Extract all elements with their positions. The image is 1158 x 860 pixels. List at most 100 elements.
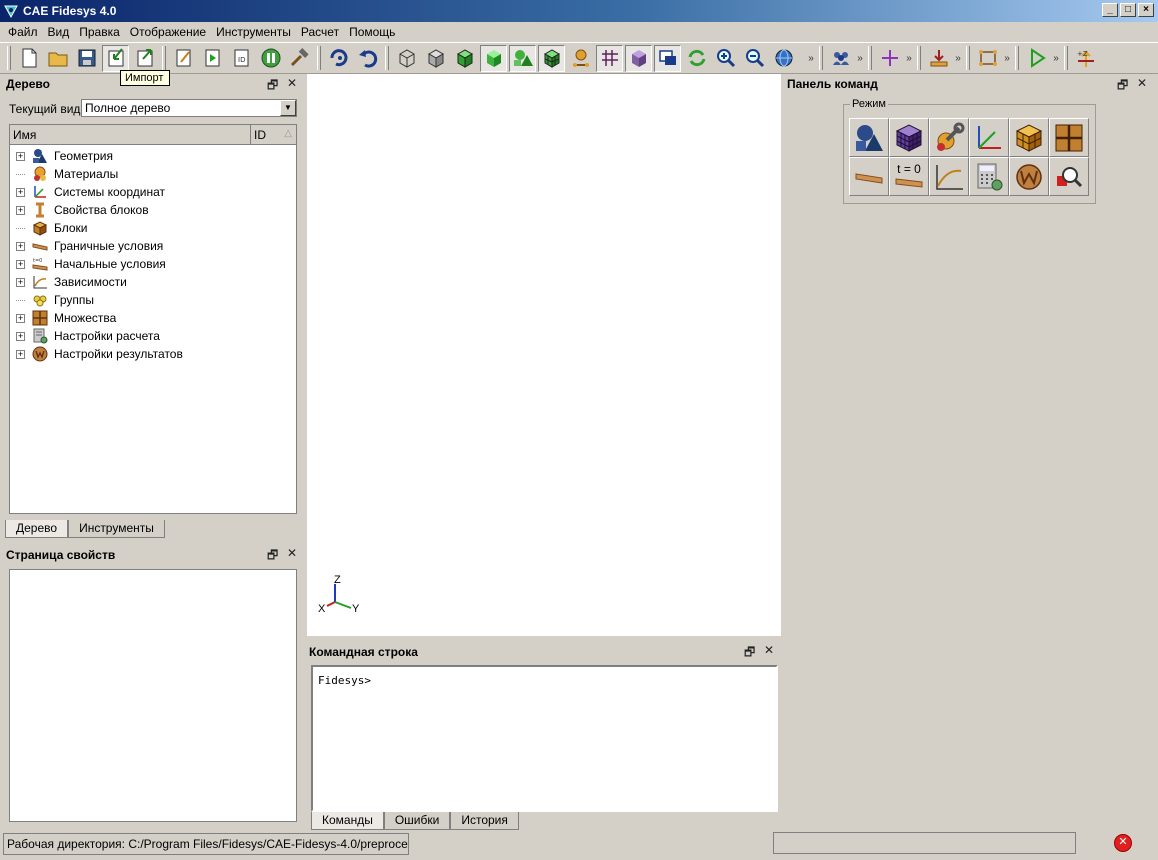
menu-calculation[interactable]: Расчет [296,25,344,39]
window-view-button[interactable] [654,44,681,72]
import-button[interactable] [102,44,129,72]
hidden-line-view-button[interactable] [422,45,449,72]
expand-icon[interactable]: + [16,313,25,323]
column-name-header[interactable]: Имя [13,128,36,142]
tree-item-initial-conditions[interactable]: + t=0 Начальные условия [16,255,166,273]
mode-boundary-conditions-button[interactable] [849,157,889,196]
toolbar-grip[interactable] [917,46,921,70]
tab-errors[interactable]: Ошибки [383,812,451,830]
grid-view-button[interactable] [596,44,623,72]
shaded-view-button[interactable] [451,45,478,72]
toolbar-grip[interactable] [819,46,823,70]
expand-icon[interactable]: + [16,151,25,161]
expand-icon[interactable]: + [16,205,25,215]
toolbar-more-chevron[interactable]: » [855,53,865,64]
toolbar-more-chevron[interactable]: » [806,53,816,64]
3d-viewport[interactable]: Z Y X [307,74,781,636]
toolbar-more-chevron[interactable]: » [904,53,914,64]
model-tree[interactable]: Имя ID △ + Геометрия Материалы + Системы … [9,124,297,514]
mode-mesh-button[interactable] [889,118,929,157]
expand-icon[interactable]: + [16,331,25,341]
tab-tree[interactable]: Дерево [5,520,69,538]
script-edit-button[interactable] [170,45,197,72]
tree-item-results-settings[interactable]: + Настройки результатов [16,345,183,363]
tab-history[interactable]: История [450,812,519,830]
expand-icon[interactable]: + [16,277,25,287]
pause-button[interactable] [257,45,284,72]
menu-display[interactable]: Отображение [125,25,211,39]
expand-icon[interactable]: + [16,259,25,269]
maximize-button[interactable]: □ [1120,3,1136,17]
tree-item-dependencies[interactable]: + Зависимости [16,273,127,291]
mode-initial-conditions-button[interactable]: t = 0 [889,157,929,196]
rotate-view-button[interactable] [770,45,797,72]
tab-commands[interactable]: Команды [311,812,384,830]
tree-close-button[interactable]: ✕ [287,76,297,90]
save-button[interactable] [73,45,100,72]
command-line-close-button[interactable]: ✕ [764,643,774,657]
properties-page[interactable] [9,569,297,822]
tree-item-sets[interactable]: + Множества [16,309,116,327]
tab-tools[interactable]: Инструменты [68,520,165,538]
new-file-button[interactable] [15,45,42,72]
smooth-shaded-view-button[interactable] [480,44,507,72]
menu-view[interactable]: Вид [43,25,75,39]
menu-file[interactable]: Файл [3,25,43,39]
geometry-view-button[interactable] [509,44,536,72]
minimize-button[interactable]: _ [1102,3,1118,17]
expand-icon[interactable]: + [16,187,25,197]
mode-blocks-button[interactable] [1009,118,1049,157]
run-script-button[interactable] [199,45,226,72]
chevron-down-icon[interactable]: ▼ [280,100,296,116]
toolbar-grip[interactable] [162,46,166,70]
column-id-header[interactable]: ID △ [250,125,297,145]
properties-close-button[interactable]: ✕ [287,546,297,560]
expand-icon[interactable]: + [16,241,25,251]
toolbar-grip[interactable] [385,46,389,70]
current-view-select[interactable]: Полное дерево ▼ [81,99,297,117]
mesh-view-button[interactable] [538,44,565,72]
measure-button[interactable] [974,45,1001,72]
mode-sets-button[interactable] [1049,118,1089,157]
tree-float-button[interactable]: 🗗 [267,76,278,97]
menu-tools[interactable]: Инструменты [211,25,296,39]
export-button[interactable] [131,45,158,72]
mode-coordinate-systems-button[interactable] [969,118,1009,157]
groups-button[interactable] [827,45,854,72]
tree-item-coordinate-systems[interactable]: + Системы координат [16,183,165,201]
wireframe-view-button[interactable] [393,45,420,72]
mode-properties-button[interactable] [929,118,969,157]
tree-item-materials[interactable]: Материалы [16,165,118,183]
toolbar-grip[interactable] [1015,46,1019,70]
undo-button[interactable] [354,45,381,72]
toolbar-more-chevron[interactable]: » [1002,53,1012,64]
refresh-button[interactable] [683,45,710,72]
command-input[interactable]: Fidesys> [311,665,778,812]
open-file-button[interactable] [44,45,71,72]
toolbar-more-chevron[interactable]: » [1051,53,1061,64]
command-panel-close-button[interactable]: ✕ [1137,76,1147,90]
zoom-out-button[interactable] [741,45,768,72]
close-button[interactable]: × [1138,3,1154,17]
toolbar-grip[interactable] [1064,46,1068,70]
undo-history-button[interactable] [325,45,352,72]
command-line-float-button[interactable]: 🗗 [744,643,755,664]
tree-item-block-properties[interactable]: + Свойства блоков [16,201,149,219]
toolbar-grip[interactable] [7,46,11,70]
toolbar-grip[interactable] [317,46,321,70]
nodes-view-button[interactable] [567,45,594,72]
toolbar-more-chevron[interactable]: » [953,53,963,64]
tools-button[interactable] [286,45,313,72]
mode-geometry-button[interactable] [849,118,889,157]
mode-results-settings-button[interactable] [1009,157,1049,196]
menu-edit[interactable]: Правка [74,25,125,39]
zoom-in-button[interactable] [712,45,739,72]
stop-calculation-button[interactable]: ✕ [1114,834,1132,852]
crosshair-button[interactable] [876,45,903,72]
properties-float-button[interactable]: 🗗 [267,546,278,567]
expand-icon[interactable]: + [16,349,25,359]
mode-search-button[interactable] [1049,157,1089,196]
mode-calculation-settings-button[interactable] [969,157,1009,196]
load-button[interactable] [925,45,952,72]
command-panel-float-button[interactable]: 🗗 [1117,76,1128,97]
